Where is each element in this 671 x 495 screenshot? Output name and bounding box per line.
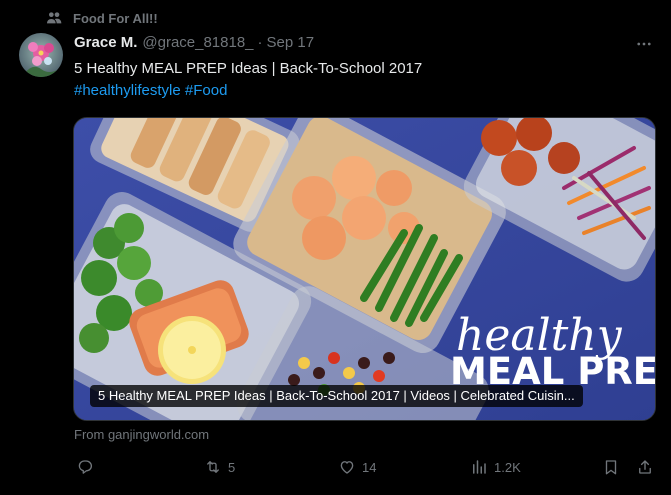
tweet-body: 5 Healthy MEAL PREP Ideas | Back-To-Scho… [74,60,423,77]
bookmark-button[interactable] [602,458,620,476]
like-count: 14 [362,459,377,475]
more-options-button[interactable] [633,36,655,52]
hashtag-food[interactable]: #Food [185,82,228,99]
meal-prep-image: healthy MEAL PREP [74,118,655,420]
views-button[interactable]: 1.2K [470,458,521,476]
tweet-header: Grace M. @grace_81818_ · Sep 17 [74,34,314,51]
share-button[interactable] [636,458,654,476]
link-card-title[interactable]: 5 Healthy MEAL PREP Ideas | Back-To-Scho… [90,385,583,407]
link-card-media[interactable]: healthy MEAL PREP 5 Healthy MEAL PREP Id… [73,117,656,421]
reply-button[interactable] [76,458,94,476]
hashtag-healthylifestyle[interactable]: #healthylifestyle [74,82,181,99]
like-button[interactable]: 14 [338,458,376,476]
action-bar: 5 14 1.2K [74,458,656,480]
display-name[interactable]: Grace M. [74,34,137,51]
link-source[interactable]: From ganjingworld.com [74,427,209,442]
heart-icon [340,461,354,474]
separator-dot: · [257,34,263,51]
share-icon [639,460,651,474]
more-icon [637,42,651,46]
people-icon [46,10,62,26]
views-chart-icon [473,460,486,474]
retweet-icon [207,461,219,473]
bookmark-icon [605,460,617,475]
tweet-date[interactable]: Sep 17 [267,34,315,51]
retweet-button[interactable]: 5 [204,458,235,476]
social-context[interactable]: Food For All!! [46,10,158,26]
user-handle[interactable]: @grace_81818_ [142,34,253,51]
tweet-card[interactable]: Food For All!! Grace M. @grace_81818_ · … [0,0,671,495]
reply-icon [78,460,93,474]
social-context-label: Food For All!! [73,10,158,26]
hashtag-line: #healthylifestyle #Food [74,80,654,102]
tweet-text: 5 Healthy MEAL PREP Ideas | Back-To-Scho… [74,58,654,102]
avatar[interactable] [19,33,63,77]
views-count: 1.2K [494,459,521,475]
retweet-count: 5 [228,459,236,475]
